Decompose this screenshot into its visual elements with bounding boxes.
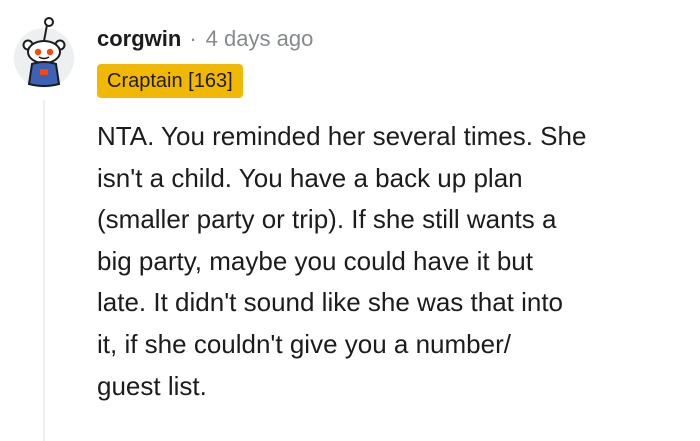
comment: corgwin · 4 days ago Craptain [163] NTA.… bbox=[0, 0, 700, 441]
comment-body-line: it, if she couldn't give you a number/ bbox=[97, 328, 511, 359]
timestamp-link[interactable]: 4 days ago bbox=[206, 24, 314, 54]
comment-body-line: isn't a child. You have a back up plan bbox=[97, 162, 523, 193]
comment-body-line: (smaller party or trip). If she still wa… bbox=[97, 204, 557, 235]
comment-meta: corgwin · 4 days ago bbox=[97, 24, 313, 54]
comment-body-line: big party, maybe you could have it but bbox=[97, 245, 533, 276]
username-link[interactable]: corgwin bbox=[97, 24, 181, 54]
user-flair-badge: Craptain [163] bbox=[97, 64, 243, 98]
comment-body-line: guest list. bbox=[97, 370, 207, 401]
comment-body: NTA. You reminded her several times. She… bbox=[97, 116, 693, 407]
thread-collapse-line[interactable] bbox=[43, 100, 45, 441]
comment-body-line: NTA. You reminded her several times. She bbox=[97, 121, 587, 151]
meta-separator: · bbox=[189, 26, 197, 51]
snoo-avatar-icon[interactable] bbox=[13, 8, 79, 88]
comment-body-line: late. It didn't sound like she was that … bbox=[97, 287, 564, 318]
